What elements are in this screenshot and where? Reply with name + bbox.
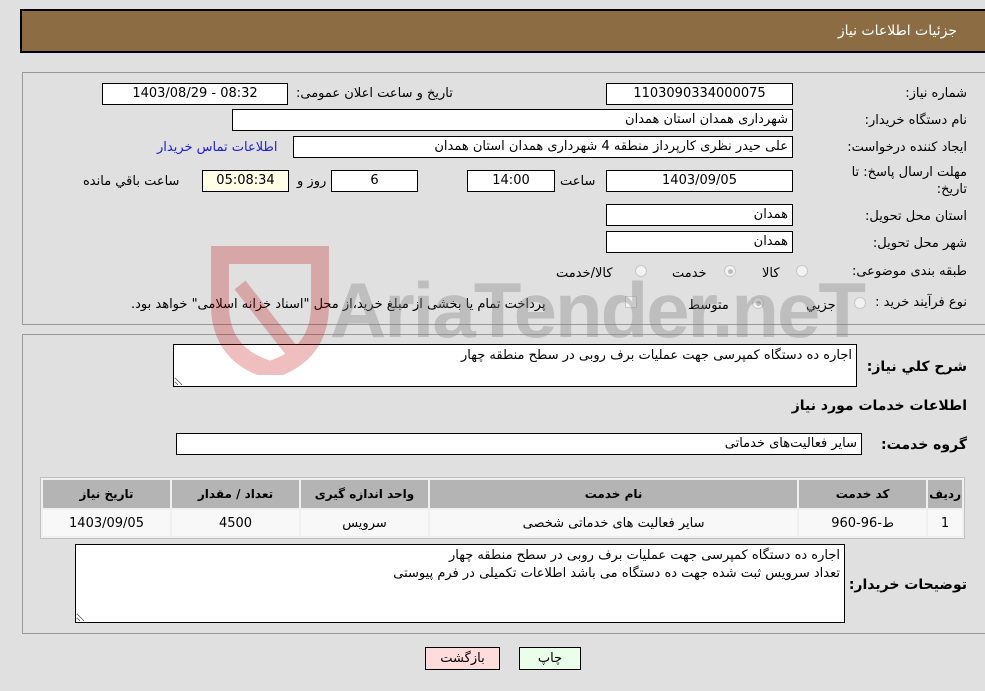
category-option-goods: کالا: [762, 266, 780, 281]
category-radio-goods-service[interactable]: [635, 265, 647, 277]
days-remaining-field[interactable]: 6: [331, 170, 418, 192]
page-title: جزئیات اطلاعات نیاز: [837, 23, 957, 39]
announce-datetime-field[interactable]: 1403/08/29 - 08:32: [102, 83, 288, 105]
treasury-checkbox[interactable]: [625, 296, 637, 308]
category-radio-goods[interactable]: [796, 265, 808, 277]
col-need-date: تاریخ نیاز: [43, 480, 170, 508]
col-row-number: ردیف: [928, 480, 962, 508]
cell-service-code: ط-96-960: [799, 510, 927, 536]
requester-field[interactable]: علی حیدر نظری کارپرداز منطقه 4 شهرداری ه…: [293, 136, 793, 158]
category-label: طبقه بندی موضوعی:: [851, 264, 967, 279]
cell-quantity: 4500: [172, 510, 299, 536]
back-button[interactable]: بازگشت: [425, 647, 500, 670]
deadline-time-field[interactable]: 14:00: [467, 170, 555, 192]
col-service-code: کد خدمت: [799, 480, 927, 508]
print-button[interactable]: چاپ: [519, 647, 581, 670]
description-textarea[interactable]: [173, 344, 857, 387]
description-label: شرح کلي نياز:: [866, 359, 967, 375]
page-header: جزئیات اطلاعات نیاز: [20, 9, 985, 53]
deadline-time-label: ساعت: [560, 174, 596, 189]
days-label: روز و: [297, 174, 327, 189]
cell-need-date: 1403/09/05: [43, 510, 170, 536]
need-number-field[interactable]: 1103090334000075: [606, 83, 793, 105]
col-unit: واحد اندازه گیری: [301, 480, 428, 508]
purchase-type-label: نوع فرآیند خرید :: [875, 295, 967, 310]
city-field[interactable]: همدان: [606, 231, 793, 253]
announce-datetime-label: تاریخ و ساعت اعلان عمومی:: [296, 86, 453, 101]
purchase-type-radio-minor[interactable]: [854, 297, 866, 309]
need-number-label: شماره نیاز:: [905, 86, 967, 101]
buyer-org-label: نام دستگاه خریدار:: [864, 113, 967, 128]
deadline-label-line2: تاریخ:: [936, 182, 967, 197]
category-option-service: خدمت: [672, 266, 707, 281]
service-group-field[interactable]: سایر فعالیت‌های خدماتی: [176, 433, 862, 455]
purchase-type-radio-medium[interactable]: [752, 297, 764, 309]
province-label: استان محل تحویل:: [865, 209, 967, 224]
buyer-org-field[interactable]: شهرداری همدان استان همدان: [232, 109, 793, 131]
category-option-goods-service: کالا/خدمت: [556, 266, 613, 281]
treasury-note: پرداخت تمام یا بخشی از مبلغ خرید،از محل …: [131, 297, 546, 312]
services-table: ردیف کد خدمت نام خدمت واحد اندازه گیری ت…: [40, 477, 965, 539]
city-label: شهر محل تحویل:: [872, 236, 967, 251]
purchase-type-option-medium: متوسط: [688, 298, 729, 313]
col-service-name: نام خدمت: [430, 480, 798, 508]
cell-row-number: 1: [928, 510, 962, 536]
deadline-date-field[interactable]: 1403/09/05: [606, 170, 793, 192]
services-heading: اطلاعات خدمات مورد نیاز: [791, 398, 967, 414]
province-field[interactable]: همدان: [606, 204, 793, 226]
col-quantity: تعداد / مقدار: [172, 480, 299, 508]
buyer-notes-label: توضیحات خریدار:: [848, 577, 967, 593]
cell-service-name: سایر فعالیت های خدماتی شخصی: [430, 510, 798, 536]
requester-label: ایجاد کننده درخواست:: [847, 140, 967, 155]
category-radio-service[interactable]: [724, 265, 736, 277]
time-remaining-field: 05:08:34: [202, 170, 289, 192]
services-table-header: ردیف کد خدمت نام خدمت واحد اندازه گیری ت…: [43, 480, 962, 508]
time-remaining-label: ساعت باقي مانده: [83, 174, 180, 189]
buyer-notes-textarea[interactable]: [75, 544, 845, 623]
service-group-label: گروه خدمت:: [881, 437, 967, 453]
table-row: 1 ط-96-960 سایر فعالیت های خدماتی شخصی س…: [43, 510, 962, 536]
buyer-contact-link[interactable]: اطلاعات تماس خریدار: [157, 140, 277, 155]
purchase-type-option-minor: جزيي: [806, 298, 836, 313]
cell-unit: سرویس: [301, 510, 428, 536]
deadline-label-line1: مهلت ارسال پاسخ: تا: [851, 165, 967, 180]
